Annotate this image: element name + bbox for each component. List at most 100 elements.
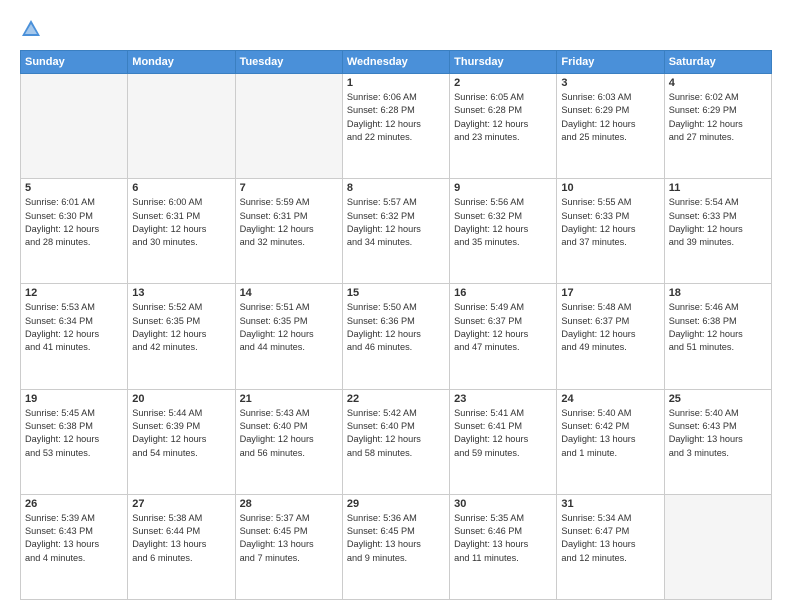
- day-number: 17: [561, 287, 659, 299]
- calendar-cell: 30 Sunrise: 5:35 AMSunset: 6:46 PMDayligh…: [450, 494, 557, 599]
- calendar-cell: 24 Sunrise: 5:40 AMSunset: 6:42 PMDayligh…: [557, 389, 664, 494]
- cell-info: Sunrise: 5:38 AMSunset: 6:44 PMDaylight:…: [132, 512, 230, 565]
- calendar-cell: 3 Sunrise: 6:03 AMSunset: 6:29 PMDaylight…: [557, 74, 664, 179]
- cell-info: Sunrise: 5:39 AMSunset: 6:43 PMDaylight:…: [25, 512, 123, 565]
- cell-info: Sunrise: 5:44 AMSunset: 6:39 PMDaylight:…: [132, 407, 230, 460]
- calendar-cell: 18 Sunrise: 5:46 AMSunset: 6:38 PMDayligh…: [664, 284, 771, 389]
- cell-info: Sunrise: 5:37 AMSunset: 6:45 PMDaylight:…: [240, 512, 338, 565]
- calendar-cell: 16 Sunrise: 5:49 AMSunset: 6:37 PMDayligh…: [450, 284, 557, 389]
- weekday-header: Wednesday: [342, 51, 449, 74]
- weekday-header: Saturday: [664, 51, 771, 74]
- cell-info: Sunrise: 5:40 AMSunset: 6:43 PMDaylight:…: [669, 407, 767, 460]
- day-number: 7: [240, 182, 338, 194]
- calendar-cell: 2 Sunrise: 6:05 AMSunset: 6:28 PMDaylight…: [450, 74, 557, 179]
- calendar-cell: [235, 74, 342, 179]
- day-number: 10: [561, 182, 659, 194]
- cell-info: Sunrise: 5:46 AMSunset: 6:38 PMDaylight:…: [669, 301, 767, 354]
- cell-info: Sunrise: 6:01 AMSunset: 6:30 PMDaylight:…: [25, 196, 123, 249]
- day-number: 3: [561, 77, 659, 89]
- calendar-cell: 7 Sunrise: 5:59 AMSunset: 6:31 PMDaylight…: [235, 179, 342, 284]
- cell-info: Sunrise: 5:48 AMSunset: 6:37 PMDaylight:…: [561, 301, 659, 354]
- day-number: 13: [132, 287, 230, 299]
- calendar-cell: 23 Sunrise: 5:41 AMSunset: 6:41 PMDayligh…: [450, 389, 557, 494]
- calendar-cell: 4Sunrise: 6:02 AMSunset: 6:29 PMDaylight…: [664, 74, 771, 179]
- day-number: 6: [132, 182, 230, 194]
- cell-info: Sunrise: 5:34 AMSunset: 6:47 PMDaylight:…: [561, 512, 659, 565]
- day-number: 19: [25, 393, 123, 405]
- day-number: 23: [454, 393, 552, 405]
- calendar-cell: 22 Sunrise: 5:42 AMSunset: 6:40 PMDayligh…: [342, 389, 449, 494]
- cell-info: Sunrise: 5:52 AMSunset: 6:35 PMDaylight:…: [132, 301, 230, 354]
- calendar-cell: 13 Sunrise: 5:52 AMSunset: 6:35 PMDayligh…: [128, 284, 235, 389]
- day-number: 25: [669, 393, 767, 405]
- calendar-cell: 21 Sunrise: 5:43 AMSunset: 6:40 PMDayligh…: [235, 389, 342, 494]
- calendar-cell: 1 Sunrise: 6:06 AMSunset: 6:28 PMDaylight…: [342, 74, 449, 179]
- calendar-cell: 6 Sunrise: 6:00 AMSunset: 6:31 PMDaylight…: [128, 179, 235, 284]
- cell-info: Sunrise: 5:51 AMSunset: 6:35 PMDaylight:…: [240, 301, 338, 354]
- cell-info: Sunrise: 5:42 AMSunset: 6:40 PMDaylight:…: [347, 407, 445, 460]
- cell-info: Sunrise: 6:03 AMSunset: 6:29 PMDaylight:…: [561, 91, 659, 144]
- calendar-cell: 8 Sunrise: 5:57 AMSunset: 6:32 PMDaylight…: [342, 179, 449, 284]
- calendar-cell: 31 Sunrise: 5:34 AMSunset: 6:47 PMDayligh…: [557, 494, 664, 599]
- day-number: 29: [347, 498, 445, 510]
- logo-icon: [20, 18, 42, 40]
- calendar: SundayMondayTuesdayWednesdayThursdayFrid…: [20, 50, 772, 600]
- calendar-cell: 5 Sunrise: 6:01 AMSunset: 6:30 PMDaylight…: [21, 179, 128, 284]
- calendar-cell: 28 Sunrise: 5:37 AMSunset: 6:45 PMDayligh…: [235, 494, 342, 599]
- cell-info: Sunrise: 5:36 AMSunset: 6:45 PMDaylight:…: [347, 512, 445, 565]
- calendar-cell: 15 Sunrise: 5:50 AMSunset: 6:36 PMDayligh…: [342, 284, 449, 389]
- cell-info: Sunrise: 5:35 AMSunset: 6:46 PMDaylight:…: [454, 512, 552, 565]
- day-number: 28: [240, 498, 338, 510]
- cell-info: Sunrise: 6:00 AMSunset: 6:31 PMDaylight:…: [132, 196, 230, 249]
- calendar-cell: 9Sunrise: 5:56 AMSunset: 6:32 PMDaylight…: [450, 179, 557, 284]
- cell-info: Sunrise: 5:53 AMSunset: 6:34 PMDaylight:…: [25, 301, 123, 354]
- day-number: 2: [454, 77, 552, 89]
- day-number: 14: [240, 287, 338, 299]
- page: SundayMondayTuesdayWednesdayThursdayFrid…: [0, 0, 792, 612]
- weekday-header: Thursday: [450, 51, 557, 74]
- cell-info: Sunrise: 5:50 AMSunset: 6:36 PMDaylight:…: [347, 301, 445, 354]
- day-number: 30: [454, 498, 552, 510]
- day-number: 31: [561, 498, 659, 510]
- weekday-header: Monday: [128, 51, 235, 74]
- cell-info: Sunrise: 5:43 AMSunset: 6:40 PMDaylight:…: [240, 407, 338, 460]
- logo: [20, 18, 46, 40]
- day-number: 1: [347, 77, 445, 89]
- day-number: 22: [347, 393, 445, 405]
- cell-info: Sunrise: 5:55 AMSunset: 6:33 PMDaylight:…: [561, 196, 659, 249]
- calendar-cell: 14 Sunrise: 5:51 AMSunset: 6:35 PMDayligh…: [235, 284, 342, 389]
- cell-info: Sunrise: 5:40 AMSunset: 6:42 PMDaylight:…: [561, 407, 659, 460]
- cell-info: Sunrise: 6:05 AMSunset: 6:28 PMDaylight:…: [454, 91, 552, 144]
- day-number: 15: [347, 287, 445, 299]
- day-number: 20: [132, 393, 230, 405]
- day-number: 4: [669, 77, 767, 89]
- cell-info: Sunrise: 5:59 AMSunset: 6:31 PMDaylight:…: [240, 196, 338, 249]
- cell-info: Sunrise: 6:06 AMSunset: 6:28 PMDaylight:…: [347, 91, 445, 144]
- cell-info: Sunrise: 5:56 AMSunset: 6:32 PMDaylight:…: [454, 196, 552, 249]
- day-number: 21: [240, 393, 338, 405]
- weekday-header: Tuesday: [235, 51, 342, 74]
- cell-info: Sunrise: 5:57 AMSunset: 6:32 PMDaylight:…: [347, 196, 445, 249]
- calendar-cell: [21, 74, 128, 179]
- day-number: 18: [669, 287, 767, 299]
- calendar-cell: 12Sunrise: 5:53 AMSunset: 6:34 PMDayligh…: [21, 284, 128, 389]
- calendar-cell: [128, 74, 235, 179]
- day-number: 24: [561, 393, 659, 405]
- header: [20, 18, 772, 40]
- day-number: 11: [669, 182, 767, 194]
- day-number: 16: [454, 287, 552, 299]
- weekday-header: Sunday: [21, 51, 128, 74]
- calendar-cell: 29 Sunrise: 5:36 AMSunset: 6:45 PMDayligh…: [342, 494, 449, 599]
- cell-info: Sunrise: 5:54 AMSunset: 6:33 PMDaylight:…: [669, 196, 767, 249]
- weekday-header: Friday: [557, 51, 664, 74]
- cell-info: Sunrise: 5:41 AMSunset: 6:41 PMDaylight:…: [454, 407, 552, 460]
- calendar-cell: 19Sunrise: 5:45 AMSunset: 6:38 PMDayligh…: [21, 389, 128, 494]
- calendar-cell: 17 Sunrise: 5:48 AMSunset: 6:37 PMDayligh…: [557, 284, 664, 389]
- calendar-cell: [664, 494, 771, 599]
- day-number: 26: [25, 498, 123, 510]
- cell-info: Sunrise: 5:49 AMSunset: 6:37 PMDaylight:…: [454, 301, 552, 354]
- day-number: 5: [25, 182, 123, 194]
- calendar-cell: 11 Sunrise: 5:54 AMSunset: 6:33 PMDayligh…: [664, 179, 771, 284]
- day-number: 8: [347, 182, 445, 194]
- calendar-cell: 26 Sunrise: 5:39 AMSunset: 6:43 PMDayligh…: [21, 494, 128, 599]
